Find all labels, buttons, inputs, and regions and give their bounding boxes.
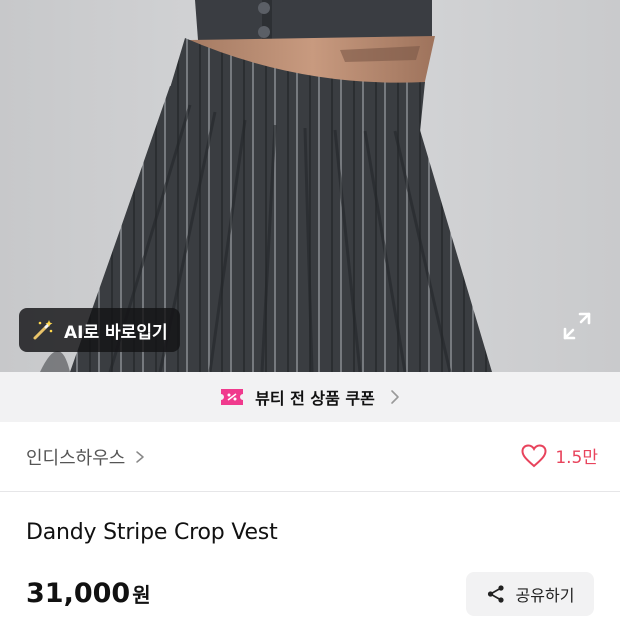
expand-icon[interactable]: [562, 311, 592, 341]
price-value: 31,000: [26, 578, 131, 609]
chevron-right-icon: [136, 451, 145, 463]
brand-link[interactable]: 인디스하우스: [26, 444, 145, 470]
product-title: Dandy Stripe Crop Vest: [26, 520, 278, 545]
ai-try-on-label: AI로 바로입기: [64, 322, 168, 343]
price-currency: 원: [132, 583, 151, 607]
product-image[interactable]: AI로 바로입기: [0, 0, 620, 372]
coupon-banner[interactable]: 뷰티 전 상품 쿠폰: [0, 372, 620, 422]
heart-icon: [521, 443, 547, 467]
magic-wand-icon: [33, 320, 53, 340]
ai-try-on-button[interactable]: AI로 바로입기: [19, 308, 180, 352]
like-button[interactable]: 1.5만: [521, 443, 598, 468]
share-label: 공유하기: [515, 586, 575, 605]
brand-row: 인디스하우스 1.5만: [0, 422, 620, 492]
coupon-percent-icon: [221, 389, 244, 405]
brand-name: 인디스하우스: [26, 448, 126, 469]
share-icon: [487, 585, 504, 603]
like-count: 1.5만: [555, 448, 598, 468]
share-button[interactable]: 공유하기: [466, 572, 594, 616]
coupon-label: 뷰티 전 상품 쿠폰: [255, 389, 375, 408]
product-price: 31,000 원: [26, 578, 151, 609]
chevron-right-icon: [391, 390, 399, 404]
